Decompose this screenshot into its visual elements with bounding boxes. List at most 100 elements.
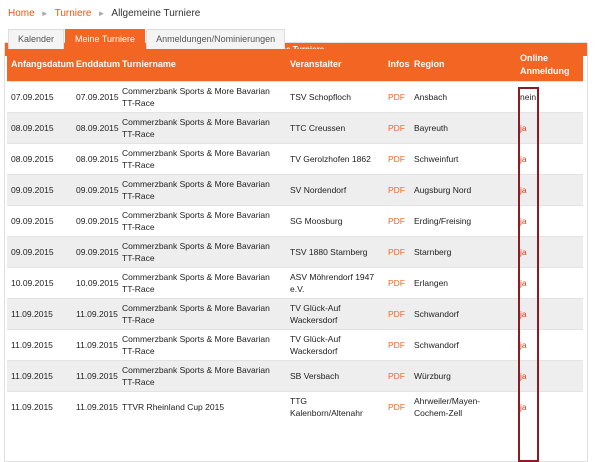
start-date-cell: 10.09.2015: [7, 266, 72, 298]
table-row: 11.09.2015 11.09.2015 TTVR Rheinland Cup 2…: [7, 390, 583, 422]
online-registration-cell[interactable]: ja: [516, 173, 583, 205]
tournament-name-cell[interactable]: Commerzbank Sports & More Bavarian TT-Ra…: [118, 111, 286, 143]
organizer-cell: TSV 1880 Starnberg: [286, 235, 384, 267]
region-cell: Ansbach: [410, 80, 516, 112]
region-cell: Augsburg Nord: [410, 173, 516, 205]
online-registration-cell[interactable]: ja: [516, 235, 583, 267]
pdf-link[interactable]: PDF: [384, 297, 410, 329]
table-row: 11.09.2015 11.09.2015 Commerzbank Sports &…: [7, 359, 583, 391]
end-date-cell: 08.09.2015: [72, 142, 119, 174]
breadcrumb-tournaments-link[interactable]: Turniere: [55, 8, 92, 19]
start-date-cell: 08.09.2015: [7, 111, 72, 143]
column-header-end-date[interactable]: Enddatum: [72, 49, 120, 81]
pdf-link[interactable]: PDF: [384, 204, 410, 236]
column-header-region[interactable]: Region: [410, 49, 516, 81]
breadcrumb: Home ► Turniere ► Allgemeine Turniere: [8, 8, 200, 19]
online-registration-cell[interactable]: ja: [516, 328, 583, 360]
end-date-cell: 09.09.2015: [72, 173, 119, 205]
end-date-cell: 09.09.2015: [72, 204, 119, 236]
online-registration-cell[interactable]: ja: [516, 111, 583, 143]
pdf-link[interactable]: PDF: [384, 173, 410, 205]
tournament-name-cell[interactable]: Commerzbank Sports & More Bavarian TT-Ra…: [118, 142, 286, 174]
breadcrumb-home-link[interactable]: Home: [8, 8, 35, 19]
organizer-cell: TTG Kalenborn/Altenahr: [286, 390, 384, 422]
tournament-name-cell[interactable]: Commerzbank Sports & More Bavarian TT-Ra…: [118, 328, 286, 360]
end-date-cell: 11.09.2015: [72, 328, 118, 360]
online-registration-cell[interactable]: ja: [516, 390, 583, 422]
end-date-cell: 07.09.2015: [72, 80, 119, 112]
online-registration-cell[interactable]: ja: [516, 359, 583, 391]
tab-registrations[interactable]: Anmeldungen/Nominierungen: [146, 29, 286, 49]
organizer-cell: TV Gerolzhofen 1862: [286, 142, 384, 174]
end-date-cell: 11.09.2015: [72, 297, 118, 329]
table-row: 08.09.2015 08.09.2015 Commerzbank Sports &…: [7, 142, 583, 174]
tournament-name-cell[interactable]: Commerzbank Sports & More Bavarian TT-Ra…: [118, 80, 286, 112]
online-registration-cell[interactable]: ja: [516, 297, 583, 329]
organizer-cell: TSV Schopfloch: [286, 80, 384, 112]
region-cell: Ahrweiler/Mayen-Cochem-Zell: [410, 390, 516, 422]
tab-bar: Kalender Meine Turniere Anmeldungen/Nomi…: [8, 29, 286, 49]
table-row: 09.09.2015 09.09.2015 Commerzbank Sports &…: [7, 204, 583, 236]
pdf-link[interactable]: PDF: [384, 111, 410, 143]
organizer-cell: SB Versbach: [286, 359, 384, 391]
start-date-cell: 09.09.2015: [7, 235, 72, 267]
tournament-name-cell[interactable]: Commerzbank Sports & More Bavarian TT-Ra…: [118, 173, 286, 205]
end-date-cell: 10.09.2015: [72, 266, 119, 298]
start-date-cell: 11.09.2015: [7, 297, 72, 329]
tournament-name-cell[interactable]: Commerzbank Sports & More Bavarian TT-Ra…: [118, 359, 286, 391]
column-header-online-registration[interactable]: Online Anmeldung: [516, 49, 583, 81]
tab-my-tournaments[interactable]: Meine Turniere: [65, 29, 146, 49]
pdf-link[interactable]: PDF: [384, 359, 410, 391]
region-cell: Schweinfurt: [410, 142, 516, 174]
region-cell: Schwandorf: [410, 297, 516, 329]
table-row: 07.09.2015 07.09.2015 Commerzbank Sports &…: [7, 80, 583, 112]
column-header-name[interactable]: Turniername: [118, 49, 286, 81]
region-cell: Würzburg: [410, 359, 516, 391]
pdf-link[interactable]: PDF: [384, 266, 410, 298]
pdf-link[interactable]: PDF: [384, 328, 410, 360]
table-row: 11.09.2015 11.09.2015 Commerzbank Sports &…: [7, 328, 583, 360]
column-header-infos: Infos: [388, 59, 410, 70]
start-date-cell: 09.09.2015: [7, 204, 72, 236]
table-row: 11.09.2015 11.09.2015 Commerzbank Sports &…: [7, 297, 583, 329]
table-row: 08.09.2015 08.09.2015 Commerzbank Sports &…: [7, 111, 583, 143]
start-date-cell: 09.09.2015: [7, 173, 72, 205]
online-registration-cell[interactable]: ja: [516, 204, 583, 236]
table-row: 09.09.2015 09.09.2015 Commerzbank Sports &…: [7, 235, 583, 267]
organizer-cell: SV Nordendorf: [286, 173, 384, 205]
region-cell: Bayreuth: [410, 111, 516, 143]
tournament-name-cell[interactable]: Commerzbank Sports & More Bavarian TT-Ra…: [118, 297, 286, 329]
online-registration-cell: nein: [516, 80, 583, 112]
tab-calendar[interactable]: Kalender: [8, 29, 65, 49]
pdf-link[interactable]: PDF: [384, 142, 410, 174]
column-header-start-date[interactable]: Anfangsdatum: [7, 49, 74, 81]
table-header-row: Anfangsdatum Enddatum Turniername Verans…: [7, 49, 583, 81]
start-date-cell: 11.09.2015: [7, 328, 72, 360]
tournament-name-cell[interactable]: Commerzbank Sports & More Bavarian TT-Ra…: [118, 266, 286, 298]
tournament-name-cell[interactable]: Commerzbank Sports & More Bavarian TT-Ra…: [118, 204, 286, 236]
tournament-table: Anfangsdatum Enddatum Turniername Verans…: [7, 49, 583, 422]
pdf-link[interactable]: PDF: [384, 390, 410, 422]
end-date-cell: 08.09.2015: [72, 111, 119, 143]
region-cell: Starnberg: [410, 235, 516, 267]
pdf-link[interactable]: PDF: [384, 235, 410, 267]
tournament-name-cell[interactable]: Commerzbank Sports & More Bavarian TT-Ra…: [118, 235, 286, 267]
online-registration-cell[interactable]: ja: [516, 142, 583, 174]
breadcrumb-separator-icon: ►: [40, 9, 49, 18]
organizer-cell: ASV Möhrendorf 1947 e.V.: [286, 266, 384, 298]
end-date-cell: 11.09.2015: [72, 390, 118, 422]
organizer-cell: TV Glück-Auf Wackersdorf: [286, 328, 384, 360]
tournament-name-cell[interactable]: TTVR Rheinland Cup 2015: [118, 390, 286, 422]
breadcrumb-current: Allgemeine Turniere: [111, 8, 201, 19]
online-registration-cell[interactable]: ja: [516, 266, 583, 298]
table-row: 10.09.2015 10.09.2015 Commerzbank Sports &…: [7, 266, 583, 298]
region-cell: Erlangen: [410, 266, 516, 298]
start-date-cell: 11.09.2015: [7, 390, 72, 422]
start-date-cell: 08.09.2015: [7, 142, 72, 174]
pdf-link[interactable]: PDF: [384, 80, 410, 112]
organizer-cell: TV Glück-Auf Wackersdorf: [286, 297, 384, 329]
column-header-organizer[interactable]: Veranstalter: [286, 49, 384, 81]
organizer-cell: SG Moosburg: [286, 204, 384, 236]
start-date-cell: 11.09.2015: [7, 359, 72, 391]
end-date-cell: 09.09.2015: [72, 235, 119, 267]
